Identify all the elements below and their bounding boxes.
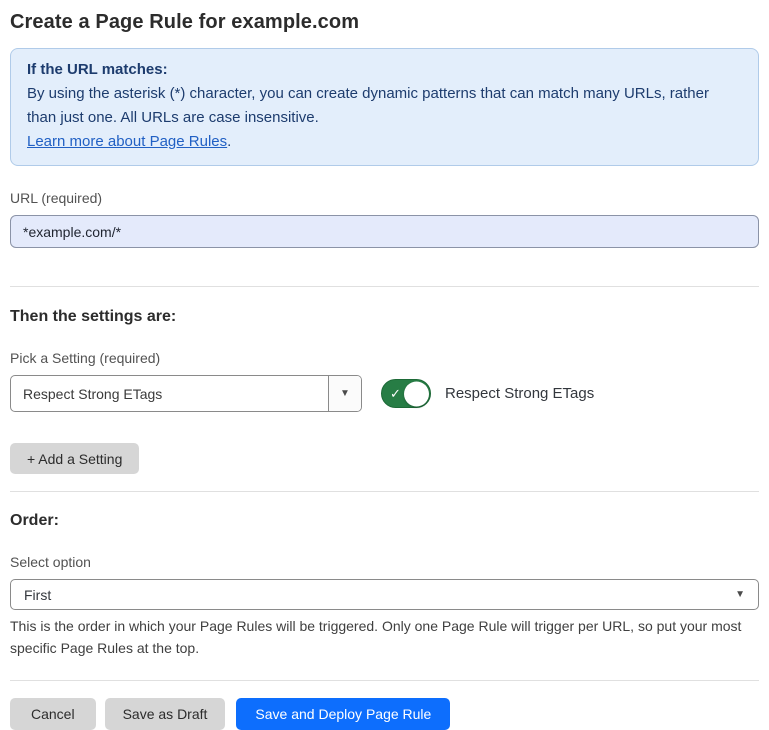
learn-more-link[interactable]: Learn more about Page Rules	[27, 133, 227, 150]
order-help-text: This is the order in which your Page Rul…	[10, 615, 750, 659]
url-match-info-box: If the URL matches: By using the asteris…	[10, 48, 759, 166]
footer-divider	[10, 680, 759, 681]
dropdown-arrow-icon[interactable]: ▼	[328, 376, 361, 411]
info-box-heading: If the URL matches:	[27, 58, 742, 82]
order-section-heading: Order:	[10, 511, 759, 530]
cancel-button[interactable]: Cancel	[10, 698, 96, 730]
toggle-knob	[404, 381, 429, 406]
section-divider	[10, 491, 759, 492]
order-select-value: First	[24, 587, 51, 603]
order-select[interactable]: First ▼	[10, 579, 759, 610]
info-box-link-line: Learn more about Page Rules.	[27, 130, 742, 154]
check-icon: ✓	[390, 387, 401, 400]
link-period: .	[227, 133, 231, 150]
url-field-label: URL (required)	[10, 190, 759, 207]
setting-toggle-label: Respect Strong ETags	[445, 385, 594, 402]
setting-select-value: Respect Strong ETags	[11, 376, 328, 411]
section-divider	[10, 286, 759, 287]
setting-row: Respect Strong ETags ▼ ✓ Respect Strong …	[10, 375, 759, 412]
order-select-label: Select option	[10, 554, 759, 571]
setting-toggle[interactable]: ✓	[381, 379, 431, 408]
save-draft-button[interactable]: Save as Draft	[105, 698, 226, 730]
info-box-body: By using the asterisk (*) character, you…	[27, 82, 742, 130]
add-setting-button[interactable]: + Add a Setting	[10, 443, 139, 474]
setting-toggle-wrap: ✓ Respect Strong ETags	[381, 379, 594, 408]
footer-actions: Cancel Save as Draft Save and Deploy Pag…	[10, 698, 759, 730]
setting-select[interactable]: Respect Strong ETags ▼	[10, 375, 362, 412]
save-deploy-button[interactable]: Save and Deploy Page Rule	[236, 698, 450, 730]
dropdown-arrow-icon: ▼	[735, 589, 745, 600]
page-title: Create a Page Rule for example.com	[10, 10, 759, 34]
create-page-rule-form: Create a Page Rule for example.com If th…	[0, 10, 769, 730]
settings-section-heading: Then the settings are:	[10, 307, 759, 326]
pick-setting-label: Pick a Setting (required)	[10, 350, 759, 367]
url-input[interactable]	[10, 215, 759, 248]
